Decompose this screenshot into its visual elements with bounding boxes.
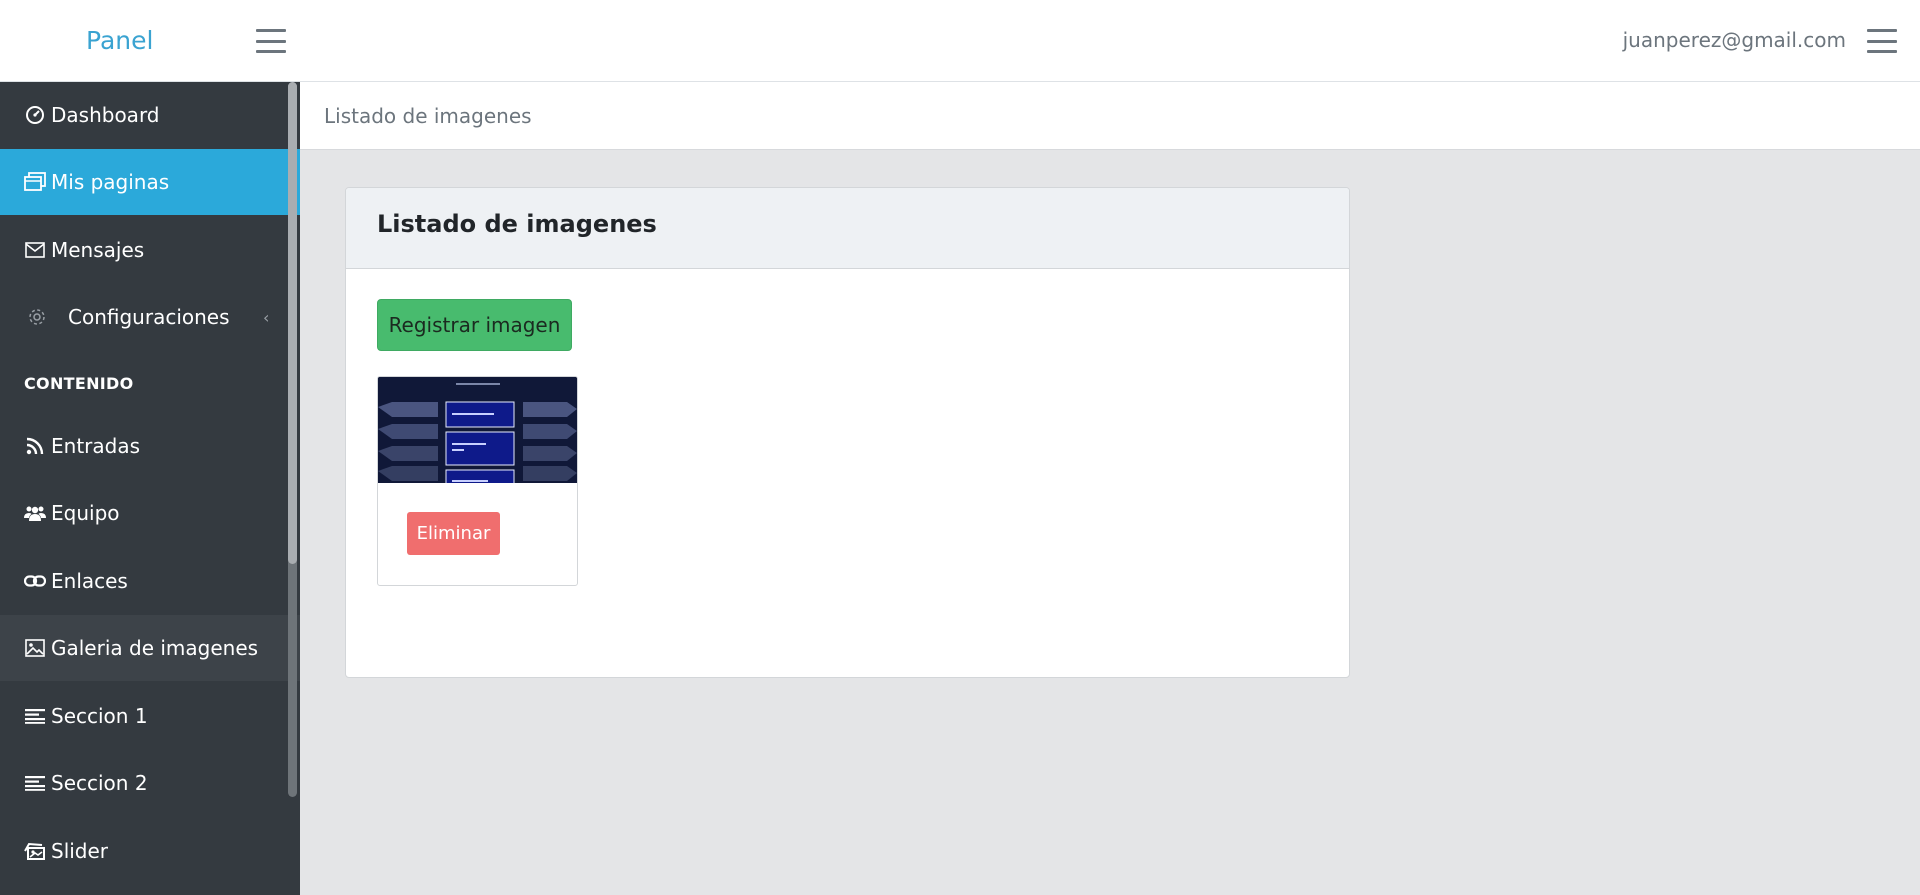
- sidebar-item-label: Dashboard: [51, 103, 160, 127]
- user-menu-icon[interactable]: [1867, 29, 1897, 53]
- sidebar-item-seccion-2[interactable]: Seccion 2: [0, 750, 300, 816]
- slider-icon: [24, 840, 46, 862]
- link-icon: [24, 570, 46, 592]
- card-header: Listado de imagenes: [346, 188, 1349, 269]
- sidebar-item-label: Mis paginas: [51, 170, 170, 194]
- sidebar-item-enlaces[interactable]: Enlaces: [0, 548, 300, 614]
- image-list-card: Listado de imagenes Registrar imagen Eli…: [345, 187, 1350, 678]
- sidebar-item-label: Galeria de imagenes: [51, 636, 259, 660]
- sidebar-item-mis-paginas[interactable]: Mis paginas: [0, 149, 300, 215]
- sidebar-item-label: Entradas: [51, 434, 141, 458]
- users-icon: [24, 502, 46, 524]
- sidebar-toggle-menu-icon[interactable]: [256, 29, 286, 53]
- image-item: Eliminar: [377, 376, 578, 586]
- breadcrumb-current: Listado de imagenes: [324, 104, 532, 128]
- envelope-icon: [24, 239, 46, 261]
- top-navbar: Panel juanperez@gmail.com: [0, 0, 1920, 82]
- sidebar-item-label: Enlaces: [51, 569, 128, 593]
- list-icon: [24, 772, 46, 794]
- dashboard-icon: [24, 104, 46, 126]
- sidebar-item-label: Seccion 1: [51, 704, 148, 728]
- sidebar-item-entradas[interactable]: Entradas: [0, 413, 300, 479]
- rss-icon: [24, 435, 46, 457]
- sidebar-item-configuraciones[interactable]: Configuraciones ‹: [0, 284, 300, 350]
- image-icon: [24, 637, 46, 659]
- sidebar-item-label: Seccion 2: [51, 771, 148, 795]
- gear-icon: [26, 306, 48, 328]
- page-title: Listado de imagenes: [377, 210, 657, 238]
- sidebar: Dashboard Mis paginas Mensajes Configura…: [0, 82, 300, 895]
- sidebar-item-label: Equipo: [51, 501, 120, 525]
- scrollbar-thumb[interactable]: [288, 82, 297, 564]
- sidebar-item-galeria-de-imagenes[interactable]: Galeria de imagenes: [0, 615, 300, 681]
- delete-image-button[interactable]: Eliminar: [407, 512, 500, 555]
- register-image-button[interactable]: Registrar imagen: [377, 299, 572, 351]
- sidebar-section-header: CONTENIDO: [24, 374, 134, 393]
- sidebar-item-mensajes[interactable]: Mensajes: [0, 217, 300, 283]
- sidebar-item-dashboard[interactable]: Dashboard: [0, 82, 300, 148]
- gallery-image-thumbnail[interactable]: [378, 377, 577, 483]
- sidebar-item-seccion-1[interactable]: Seccion 1: [0, 683, 300, 749]
- sidebar-item-label: Mensajes: [51, 238, 145, 262]
- sidebar-item-equipo[interactable]: Equipo: [0, 480, 300, 546]
- sidebar-item-slider[interactable]: Slider: [0, 818, 300, 884]
- sidebar-scrollbar[interactable]: [288, 82, 297, 797]
- list-icon: [24, 705, 46, 727]
- user-email[interactable]: juanperez@gmail.com: [1623, 28, 1846, 52]
- sidebar-item-label: Slider: [51, 839, 109, 863]
- pages-icon: [24, 171, 46, 193]
- chevron-left-icon: ‹: [263, 307, 270, 327]
- sidebar-item-label: Configuraciones: [68, 305, 230, 329]
- brand-logo[interactable]: Panel: [86, 26, 153, 55]
- breadcrumb: Listado de imagenes: [300, 82, 1920, 150]
